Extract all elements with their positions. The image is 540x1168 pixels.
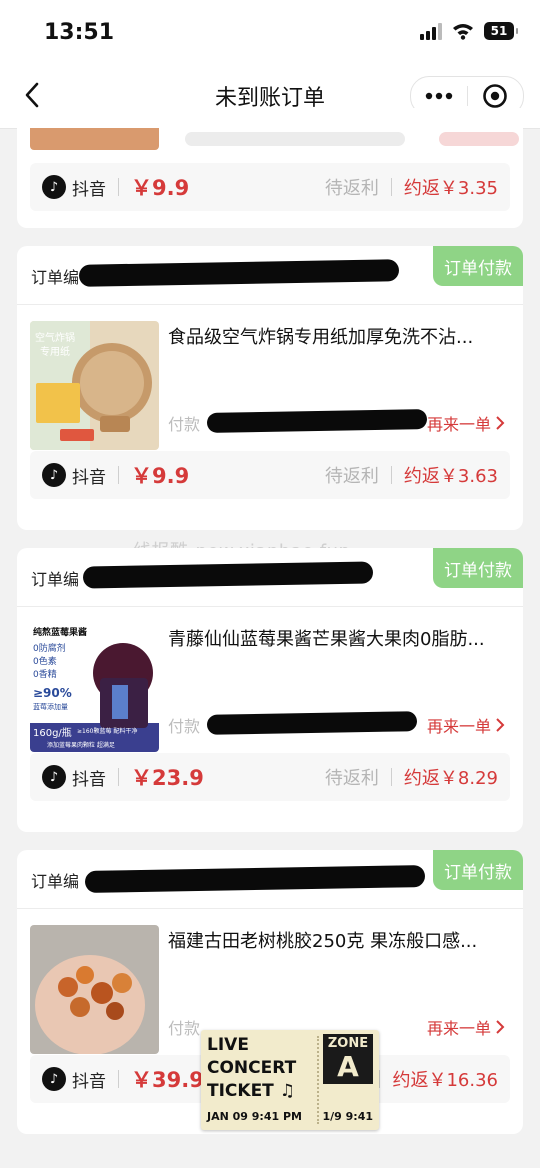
signal-icon	[420, 22, 442, 40]
target-icon	[483, 84, 508, 108]
redaction-mark	[78, 259, 400, 287]
pay-time-label: 付款	[168, 717, 201, 736]
product-title: 食品级空气炸锅专用纸加厚免洗不沾...	[168, 327, 474, 348]
ticket-date: JAN 09 9:41 PM	[207, 1110, 302, 1123]
status-icons: 51	[420, 22, 518, 40]
order-number-label: 订单编	[31, 872, 80, 891]
order-price: ￥9.9	[131, 176, 190, 200]
product-row[interactable]: 纯熬蓝莓果酱 0防腐剂 0色素 0香精 ≥90% 蓝莓添加量 160g/瓶 ≥1…	[17, 607, 523, 753]
wifi-icon	[453, 24, 473, 40]
buy-again-button[interactable]: 再来一单	[427, 713, 505, 737]
chevron-right-icon	[496, 1020, 505, 1034]
order-header: 订单编 订单付款	[17, 850, 523, 909]
order-price: ￥9.9	[131, 464, 190, 488]
product-row[interactable]: 空气炸锅 专用纸 食品级空气炸锅专用纸加厚免洗不沾... 付款 再来一单	[17, 305, 523, 451]
order-price: ￥39.9	[131, 1068, 204, 1092]
more-dots-icon	[425, 92, 452, 100]
order-paid-badge: 订单付款	[433, 850, 523, 890]
svg-text:160g/瓶: 160g/瓶	[33, 726, 72, 739]
status-time: 13:51	[44, 20, 115, 45]
order-card: 订单编 订单付款 空气炸锅 专用纸 食品级空气炸锅专用纸加厚免洗不沾... 付款…	[17, 246, 523, 530]
ticket-number: 1/9 9:41	[322, 1110, 373, 1123]
product-thumbnail[interactable]: 空气炸锅 专用纸	[30, 321, 159, 450]
platform-label: 抖音	[72, 179, 106, 200]
rebate-status: 待返利	[324, 466, 379, 487]
order-number-label: 订单编	[31, 570, 80, 589]
product-thumbnail[interactable]	[30, 925, 159, 1054]
platform-label: 抖音	[72, 1071, 106, 1092]
svg-text:≥90%: ≥90%	[33, 686, 72, 700]
order-footer: ♪ 抖音 ￥9.9 待返利 约返￥3.63	[30, 451, 510, 499]
product-thumbnail[interactable]	[30, 128, 159, 150]
status-bar: 13:51 51	[0, 0, 540, 62]
order-price: ￥23.9	[131, 766, 204, 790]
order-header: 订单编 订单付款	[17, 548, 523, 607]
buy-again-button[interactable]: 再来一单	[427, 1015, 505, 1039]
redaction-mark	[82, 561, 374, 589]
ticket-perforation	[317, 1036, 319, 1124]
pay-time-label: 付款	[168, 415, 201, 434]
svg-text:0防腐剂: 0防腐剂	[33, 642, 66, 654]
svg-text:空气炸锅: 空气炸锅	[35, 331, 75, 344]
rebate-amount: 约返￥3.63	[403, 466, 498, 487]
rebate-amount: 约返￥8.29	[403, 768, 498, 789]
order-footer: ♪ 抖音 ￥9.9 待返利 约返￥3.35	[30, 163, 510, 211]
platform: ♪ 抖音	[42, 463, 106, 488]
order-card: ♪ 抖音 ￥9.9 待返利 约返￥3.35	[17, 108, 523, 228]
chevron-right-icon	[496, 416, 505, 430]
order-paid-badge: 订单付款	[433, 246, 523, 286]
rebate-status: 待返利	[324, 178, 379, 199]
rebate-amount: 约返￥16.36	[392, 1070, 498, 1091]
redaction-mark	[206, 711, 418, 735]
rebate-amount: 约返￥3.35	[403, 178, 498, 199]
chevron-right-icon	[496, 718, 505, 732]
order-footer: ♪ 抖音 ￥23.9 待返利 约返￥8.29	[30, 753, 510, 801]
product-title: 福建古田老树桃胶250克 果冻般口感...	[168, 931, 478, 952]
ticket-title: LIVE CONCERT TICKET ♫	[207, 1035, 297, 1101]
order-number-label: 订单编	[31, 268, 80, 287]
platform: ♪ 抖音	[42, 1067, 106, 1092]
douyin-icon: ♪	[42, 765, 66, 789]
douyin-icon: ♪	[42, 463, 66, 487]
concert-ticket-sticker: LIVE CONCERT TICKET ♫ ZONE A JAN 09 9:41…	[201, 1030, 379, 1130]
svg-text:纯熬蓝莓果酱: 纯熬蓝莓果酱	[33, 626, 87, 638]
svg-text:≥160颗蓝莓 配料干净: ≥160颗蓝莓 配料干净	[77, 727, 137, 735]
again-faded	[439, 132, 519, 146]
platform: ♪ 抖音	[42, 765, 106, 790]
douyin-icon: ♪	[42, 175, 66, 199]
product-thumbnail[interactable]: 纯熬蓝莓果酱 0防腐剂 0色素 0香精 ≥90% 蓝莓添加量 160g/瓶 ≥1…	[30, 623, 159, 752]
platform: ♪ 抖音	[42, 175, 106, 200]
platform-label: 抖音	[72, 769, 106, 790]
pay-time-label: 付款	[168, 1019, 201, 1038]
order-header: 订单编 订单付款	[17, 246, 523, 305]
redaction-mark	[84, 865, 426, 893]
platform-label: 抖音	[72, 467, 106, 488]
svg-text:0香精: 0香精	[33, 668, 57, 680]
svg-text:专用纸: 专用纸	[40, 345, 70, 358]
battery-icon: 51	[484, 22, 518, 40]
order-paid-badge: 订单付款	[433, 548, 523, 588]
svg-text:蓝莓添加量: 蓝莓添加量	[33, 702, 68, 711]
redaction-mark	[185, 132, 405, 146]
redaction-mark	[206, 409, 428, 433]
svg-text:0色素: 0色素	[33, 655, 57, 667]
svg-text:添加蓝莓果肉颗粒 超满足: 添加蓝莓果肉颗粒 超满足	[47, 741, 115, 749]
rebate-status: 待返利	[324, 768, 379, 789]
product-title: 青藤仙仙蓝莓果酱芒果酱大果肉0脂肪...	[168, 629, 485, 650]
douyin-icon: ♪	[42, 1067, 66, 1091]
order-card: 订单编 订单付款 纯熬蓝莓果酱 0防腐剂 0色素 0香精 ≥90% 蓝莓添加量 …	[17, 548, 523, 832]
buy-again-button[interactable]: 再来一单	[427, 411, 505, 435]
ticket-zone: ZONE A	[323, 1034, 373, 1084]
